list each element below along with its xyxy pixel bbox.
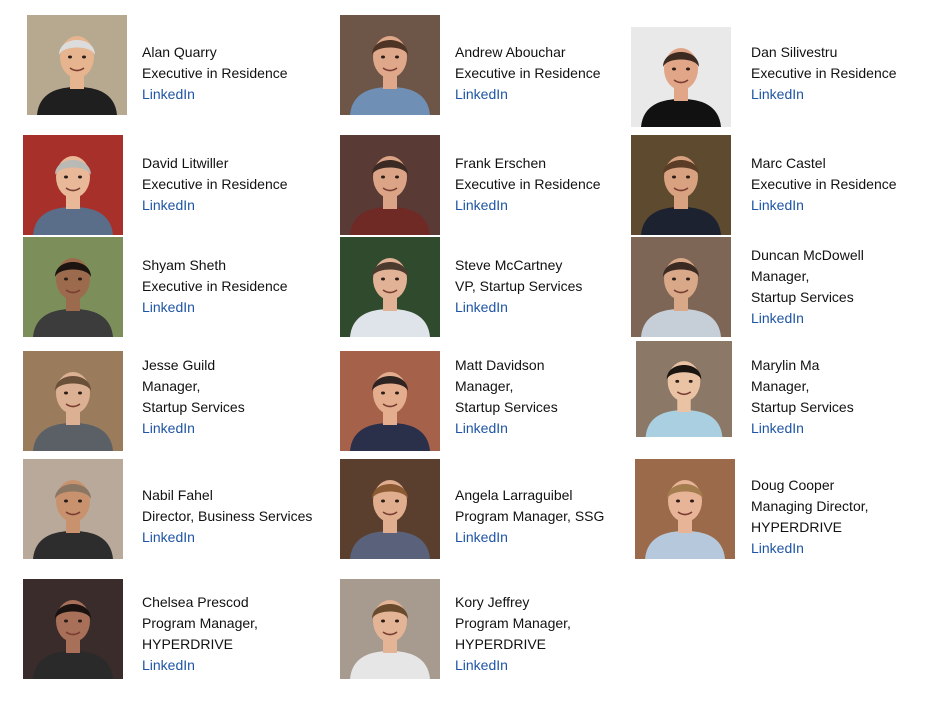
person-title-line: Program Manager, [455, 615, 571, 631]
person-photo [340, 351, 440, 451]
linkedin-link[interactable]: LinkedIn [455, 527, 604, 548]
person-photo [636, 341, 732, 437]
portrait-image [631, 135, 731, 235]
linkedin-link[interactable]: LinkedIn [142, 655, 258, 676]
linkedin-link[interactable]: LinkedIn [751, 538, 869, 559]
person-title-line: Executive in Residence [751, 65, 897, 81]
portrait-image [631, 27, 731, 127]
person-name: Marylin Ma [751, 357, 820, 373]
linkedin-link[interactable]: LinkedIn [751, 195, 897, 216]
person-title-line: Program Manager, SSG [455, 508, 605, 524]
person-name: Duncan McDowell [751, 247, 864, 263]
person-photo [27, 15, 127, 115]
person-name: Marc Castel [751, 155, 826, 171]
person-name: Dan Silivestru [751, 44, 838, 60]
person-title-line: HYPERDRIVE [455, 636, 547, 652]
person-photo [23, 237, 123, 337]
portrait-image [23, 135, 123, 235]
person-title-line: Managing Director, [751, 498, 869, 514]
person-name: Angela Larraguibel [455, 487, 573, 503]
person-title-line: Manager, [142, 378, 201, 394]
linkedin-link[interactable]: LinkedIn [455, 84, 601, 105]
portrait-image [340, 351, 440, 451]
person-title-line: Manager, [751, 378, 810, 394]
linkedin-link[interactable]: LinkedIn [751, 418, 854, 439]
person-photo [635, 459, 735, 559]
person-title-line: Startup Services [142, 399, 245, 415]
linkedin-link[interactable]: LinkedIn [142, 195, 288, 216]
portrait-image [340, 15, 440, 115]
person-photo [631, 27, 731, 127]
person-photo [23, 579, 123, 679]
person-name: Andrew Abouchar [455, 44, 566, 60]
person-photo [340, 459, 440, 559]
person-title-line: VP, Startup Services [455, 278, 583, 294]
linkedin-link[interactable]: LinkedIn [142, 527, 312, 548]
person-name: Chelsea Prescod [142, 594, 249, 610]
portrait-image [340, 135, 440, 235]
person-photo [23, 459, 123, 559]
portrait-image [631, 237, 731, 337]
person-title-line: Executive in Residence [751, 176, 897, 192]
person-name: Nabil Fahel [142, 487, 213, 503]
person-title-line: Director, Business Services [142, 508, 313, 524]
portrait-image [23, 351, 123, 451]
person-name: Shyam Sheth [142, 257, 227, 273]
person-name: Kory Jeffrey [455, 594, 530, 610]
portrait-image [23, 459, 123, 559]
person-title-line: Executive in Residence [142, 65, 288, 81]
person-title-line: HYPERDRIVE [751, 519, 843, 535]
portrait-image [340, 579, 440, 679]
portrait-image [23, 237, 123, 337]
person-title-line: Startup Services [751, 289, 854, 305]
linkedin-link[interactable]: LinkedIn [455, 195, 601, 216]
person-title-line: Startup Services [455, 399, 558, 415]
person-title-line: Executive in Residence [142, 176, 288, 192]
person-photo [23, 135, 123, 235]
linkedin-link[interactable]: LinkedIn [455, 418, 558, 439]
person-name: David Litwiller [142, 155, 229, 171]
person-name: Jesse Guild [142, 357, 216, 373]
person-title-line: Startup Services [751, 399, 854, 415]
person-photo [631, 135, 731, 235]
linkedin-link[interactable]: LinkedIn [142, 418, 245, 439]
portrait-image [23, 579, 123, 679]
person-name: Matt Davidson [455, 357, 545, 373]
linkedin-link[interactable]: LinkedIn [142, 84, 288, 105]
person-title-line: Executive in Residence [455, 176, 601, 192]
person-title-line: Program Manager, [142, 615, 258, 631]
person-name: Doug Cooper [751, 477, 835, 493]
portrait-image [635, 459, 735, 559]
linkedin-link[interactable]: LinkedIn [751, 84, 897, 105]
person-photo [340, 15, 440, 115]
person-title-line: Manager, [751, 268, 810, 284]
person-name: Alan Quarry [142, 44, 217, 60]
portrait-image [340, 459, 440, 559]
linkedin-link[interactable]: LinkedIn [455, 297, 582, 318]
person-title-line: HYPERDRIVE [142, 636, 234, 652]
person-photo [340, 237, 440, 337]
person-title-line: Manager, [455, 378, 514, 394]
person-photo [631, 237, 731, 337]
person-name: Frank Erschen [455, 155, 547, 171]
person-photo [23, 351, 123, 451]
portrait-image [636, 341, 732, 437]
linkedin-link[interactable]: LinkedIn [142, 297, 288, 318]
person-title-line: Executive in Residence [142, 278, 288, 294]
linkedin-link[interactable]: LinkedIn [455, 655, 571, 676]
portrait-image [27, 15, 127, 115]
portrait-image [340, 237, 440, 337]
person-title-line: Executive in Residence [455, 65, 601, 81]
person-name: Steve McCartney [455, 257, 563, 273]
person-photo [340, 135, 440, 235]
person-photo [340, 579, 440, 679]
linkedin-link[interactable]: LinkedIn [751, 308, 864, 329]
